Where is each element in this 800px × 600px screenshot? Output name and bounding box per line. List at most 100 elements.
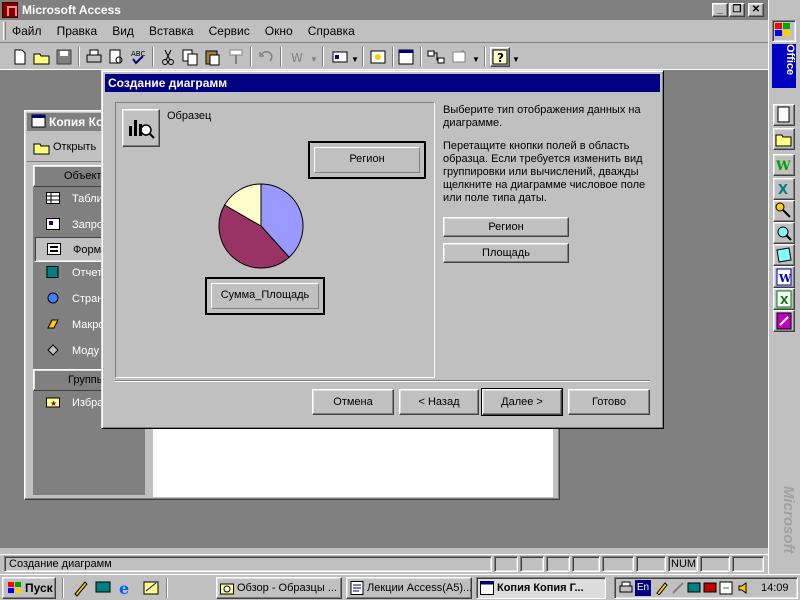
menu-grip[interactable] bbox=[3, 22, 6, 40]
chart-wizard-dialog: Создание диаграмм Образец Регион Сумма_П… bbox=[101, 70, 664, 429]
status-text: Создание диаграмм bbox=[4, 556, 492, 572]
help-icon[interactable]: ? bbox=[490, 47, 510, 67]
finish-button[interactable]: Готово bbox=[568, 389, 650, 415]
svg-text:X: X bbox=[778, 183, 788, 198]
new-object-icon[interactable] bbox=[450, 47, 470, 67]
task-button-word[interactable]: Лекции Access(A5)... bbox=[346, 577, 472, 599]
dialog-title-bar: Создание диаграмм bbox=[105, 74, 660, 92]
cancel-button[interactable]: Отмена bbox=[312, 389, 394, 415]
chart-type-button[interactable] bbox=[122, 109, 160, 147]
volume-icon[interactable] bbox=[737, 581, 751, 595]
menu-file[interactable]: Файл bbox=[12, 20, 42, 38]
menu-insert[interactable]: Вставка bbox=[149, 20, 194, 38]
excel-document-icon[interactable]: X bbox=[773, 288, 795, 310]
close-button[interactable]: ✕ bbox=[748, 3, 764, 17]
toolbar-separator bbox=[420, 47, 422, 67]
minimize-button[interactable]: _ bbox=[712, 3, 728, 17]
tray-tool-icon[interactable] bbox=[671, 581, 685, 595]
sidebar-item-label: Табли bbox=[72, 193, 103, 205]
print-icon[interactable] bbox=[84, 47, 104, 67]
microsoft-brand: Microsoft bbox=[780, 486, 797, 554]
series-field-label: Регион bbox=[349, 153, 385, 165]
cut-icon[interactable] bbox=[158, 47, 178, 67]
series-field-drop[interactable]: Регион bbox=[308, 141, 426, 179]
status-indicator bbox=[494, 556, 518, 572]
menu-window[interactable]: Окно bbox=[265, 20, 293, 38]
menu-edit[interactable]: Правка bbox=[57, 20, 98, 38]
toolbar-separator bbox=[362, 47, 364, 67]
toolbar-separator bbox=[78, 47, 80, 67]
new-icon[interactable] bbox=[10, 47, 30, 67]
office-links-icon[interactable]: W bbox=[288, 47, 308, 67]
spelling-icon[interactable]: ABC bbox=[128, 47, 148, 67]
task-button-explorer[interactable]: Обзор - Образцы ... bbox=[216, 577, 342, 599]
task-button-access[interactable]: Копия Копия Г... bbox=[476, 577, 606, 599]
dropdown-arrow-icon[interactable]: ▼ bbox=[310, 55, 318, 64]
undo-icon[interactable] bbox=[256, 47, 276, 67]
relationships-icon[interactable] bbox=[426, 47, 446, 67]
office-bar-label: Office bbox=[772, 44, 796, 88]
access-icon[interactable] bbox=[2, 2, 18, 18]
copy-icon[interactable] bbox=[180, 47, 200, 67]
dropdown-arrow-icon[interactable]: ▼ bbox=[472, 55, 480, 64]
field-button-area[interactable]: Площадь bbox=[443, 243, 569, 263]
next-button[interactable]: Далее > bbox=[481, 388, 563, 416]
key-icon[interactable] bbox=[773, 200, 795, 222]
data-field-label: Сумма_Площадь bbox=[220, 289, 310, 301]
tray-monitor-icon[interactable] bbox=[703, 581, 717, 595]
windows-logo-icon bbox=[8, 582, 21, 593]
print-preview-icon[interactable] bbox=[106, 47, 126, 67]
table-icon bbox=[46, 192, 60, 204]
printer-tray-icon[interactable] bbox=[619, 581, 633, 595]
database-icon bbox=[31, 114, 46, 128]
outlook-icon[interactable] bbox=[142, 579, 160, 597]
menu-view[interactable]: Вид bbox=[112, 20, 134, 38]
pie-chart[interactable] bbox=[216, 181, 306, 271]
tray-display-icon[interactable] bbox=[687, 581, 701, 595]
open-icon[interactable] bbox=[32, 47, 52, 67]
sidebar-item-label: Моду bbox=[72, 345, 100, 357]
tray-pen-icon[interactable] bbox=[655, 581, 669, 595]
excel-icon[interactable]: X bbox=[773, 178, 795, 200]
office-logo-icon[interactable] bbox=[772, 20, 796, 42]
dropdown-arrow-icon[interactable]: ▼ bbox=[512, 55, 520, 64]
field-button-region[interactable]: Регион bbox=[443, 217, 569, 237]
dropdown-arrow-icon[interactable]: ▼ bbox=[351, 55, 359, 64]
back-button[interactable]: < Назад bbox=[399, 389, 479, 415]
open-document-icon[interactable] bbox=[773, 128, 795, 150]
quicklaunch-icon[interactable] bbox=[72, 579, 90, 597]
status-indicator bbox=[572, 556, 600, 572]
paste-icon[interactable] bbox=[202, 47, 222, 67]
menu-tools[interactable]: Сервис bbox=[209, 20, 250, 38]
analyze-icon[interactable] bbox=[330, 47, 350, 67]
tray-scheduler-icon[interactable] bbox=[719, 581, 733, 595]
format-painter-icon[interactable] bbox=[226, 47, 246, 67]
properties-icon[interactable] bbox=[396, 47, 416, 67]
office-shortcut-bar: Office W X W X Microsoft bbox=[768, 0, 800, 600]
taskbar-separator bbox=[166, 578, 168, 598]
toolbar: ABC W ▼ ▼ ▼ ? ▼ bbox=[0, 42, 768, 70]
powerpoint-icon[interactable] bbox=[773, 310, 795, 332]
menu-help[interactable]: Справка bbox=[308, 20, 355, 38]
code-icon[interactable] bbox=[368, 47, 388, 67]
objects-header-label: Объект bbox=[64, 170, 102, 182]
menu-bar: Файл Правка Вид Вставка Сервис Окно Спра… bbox=[0, 20, 768, 42]
restore-button[interactable]: ❐ bbox=[729, 3, 745, 17]
object-list[interactable] bbox=[153, 427, 553, 497]
internet-explorer-icon[interactable]: e bbox=[118, 579, 136, 598]
status-indicator bbox=[602, 556, 634, 572]
new-document-icon[interactable] bbox=[773, 104, 795, 126]
toolbar-separator bbox=[280, 47, 282, 67]
word-document-icon[interactable]: W bbox=[773, 266, 795, 288]
data-field-drop[interactable]: Сумма_Площадь bbox=[205, 277, 325, 315]
task-label: Обзор - Образцы ... bbox=[237, 582, 337, 594]
svg-text:e: e bbox=[119, 579, 129, 597]
note-icon[interactable] bbox=[773, 244, 795, 266]
language-indicator[interactable]: En bbox=[635, 580, 651, 596]
start-button[interactable]: Пуск bbox=[2, 577, 56, 599]
find-icon[interactable] bbox=[773, 222, 795, 244]
sample-area[interactable]: Образец Регион Сумма_Площадь bbox=[115, 102, 435, 378]
word-icon[interactable]: W bbox=[773, 154, 795, 176]
save-icon[interactable] bbox=[54, 47, 74, 67]
desktop-icon[interactable] bbox=[94, 579, 112, 597]
